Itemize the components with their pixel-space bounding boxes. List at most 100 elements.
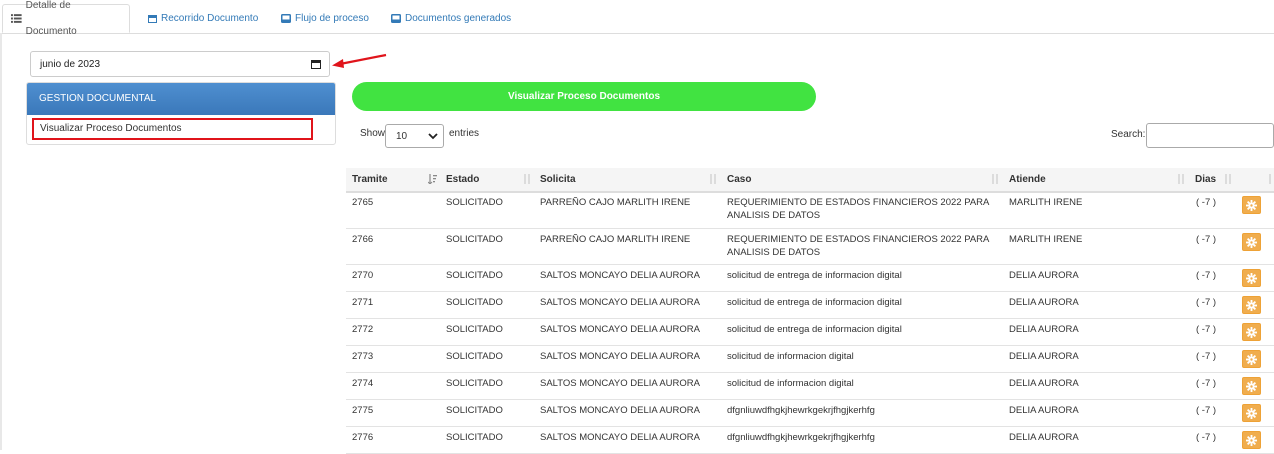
cell-tramite: 2766: [352, 234, 374, 245]
cell-estado: SOLICITADO: [446, 378, 503, 389]
month-value: junio de 2023: [40, 59, 101, 70]
cell-dias: ( -7 ): [1196, 324, 1217, 335]
chevron-down-icon: [428, 133, 438, 140]
page-size-value: 10: [396, 131, 408, 142]
gear-icon[interactable]: [1242, 404, 1261, 422]
cell-dias: ( -7 ): [1196, 270, 1217, 281]
cell-dias: ( -7 ): [1196, 378, 1217, 389]
tab-documentos-generados[interactable]: Documentos generados: [391, 4, 511, 33]
column-header-dias[interactable]: Dias: [1195, 174, 1216, 185]
cell-atiende: DELIA AURORA: [1009, 405, 1079, 416]
table-row: 2765 SOLICITADO PARREÑO CAJO MARLITH IRENE…: [346, 191, 1274, 229]
search-label: Search:: [1111, 129, 1146, 140]
cell-solicita: SALTOS MONCAYO DELIA AURORA: [540, 270, 700, 281]
cell-tramite: 2774: [352, 378, 374, 389]
drive-icon: [281, 14, 291, 23]
cell-atiende: DELIA AURORA: [1009, 432, 1079, 443]
cell-tramite: 2773: [352, 351, 374, 362]
cell-estado: SOLICITADO: [446, 405, 503, 416]
table-header: Tramite Estado Solicita Caso Atiende Dia…: [346, 168, 1274, 193]
cell-estado: SOLICITADO: [446, 432, 503, 443]
table-row: 2772 SOLICITADO SALTOS MONCAYO DELIA AUROR…: [346, 318, 1274, 346]
cell-dias: ( -7 ): [1196, 297, 1217, 308]
search-input[interactable]: [1146, 123, 1274, 148]
entries-label: entries: [449, 128, 480, 139]
cell-atiende: MARLITH IRENE: [1009, 197, 1083, 208]
gear-icon[interactable]: [1242, 323, 1261, 341]
tab-detalle-documento[interactable]: Detalle de Documento: [2, 0, 130, 37]
cell-solicita: SALTOS MONCAYO DELIA AURORA: [540, 324, 700, 335]
cell-dias: ( -7 ): [1196, 432, 1217, 443]
tab-label: Detalle de Documento: [25, 0, 77, 37]
tab-label: Recorrido Documento: [161, 12, 259, 24]
cell-caso: solicitud de informacion digital: [727, 378, 854, 389]
tab-label: Flujo de proceso: [295, 12, 369, 24]
column-header-atiende[interactable]: Atiende: [1009, 174, 1046, 185]
tab-flujo-de-proceso[interactable]: Flujo de proceso: [281, 4, 369, 33]
cell-solicita: SALTOS MONCAYO DELIA AURORA: [540, 378, 700, 389]
cell-solicita: SALTOS MONCAYO DELIA AURORA: [540, 405, 700, 416]
cell-dias: ( -7 ): [1196, 197, 1217, 208]
table-row: 2774 SOLICITADO SALTOS MONCAYO DELIA AUROR…: [346, 372, 1274, 400]
tab-recorrido-documento[interactable]: Recorrido Documento: [148, 4, 258, 33]
gear-icon[interactable]: [1242, 350, 1261, 368]
list-icon: [11, 14, 22, 23]
calendar-icon: [148, 15, 157, 23]
column-header-caso[interactable]: Caso: [727, 174, 751, 185]
cell-tramite: 2775: [352, 405, 374, 416]
gear-icon[interactable]: [1242, 269, 1261, 287]
visualize-process-button[interactable]: Visualizar Proceso Documentos: [352, 82, 816, 111]
sort-icon[interactable]: [709, 174, 717, 184]
sort-asc-icon[interactable]: [428, 174, 437, 184]
month-input[interactable]: junio de 2023: [30, 51, 330, 77]
table-row: 2775 SOLICITADO SALTOS MONCAYO DELIA AUROR…: [346, 399, 1274, 427]
cell-estado: SOLICITADO: [446, 270, 503, 281]
gear-icon[interactable]: [1242, 196, 1261, 214]
cell-tramite: 2772: [352, 324, 374, 335]
show-label: Show: [360, 128, 386, 139]
gear-icon[interactable]: [1242, 377, 1261, 395]
cell-solicita: SALTOS MONCAYO DELIA AURORA: [540, 297, 700, 308]
table-row: 2773 SOLICITADO SALTOS MONCAYO DELIA AUROR…: [346, 345, 1274, 373]
page-size-select[interactable]: 10: [385, 124, 444, 148]
sort-icon[interactable]: [1224, 174, 1232, 184]
cell-caso: solicitud de entrega de informacion digi…: [727, 270, 902, 281]
cell-estado: SOLICITADO: [446, 351, 503, 362]
column-header-tramite[interactable]: Tramite: [352, 174, 388, 185]
cell-dias: ( -7 ): [1196, 351, 1217, 362]
annotation-arrow: [332, 53, 387, 68]
menu-header: GESTION DOCUMENTAL: [27, 83, 335, 115]
gear-icon[interactable]: [1242, 431, 1261, 449]
column-header-estado[interactable]: Estado: [446, 174, 479, 185]
cell-caso: REQUERIMIENTO DE ESTADOS FINANCIEROS 202…: [727, 234, 990, 245]
gear-icon[interactable]: [1242, 233, 1261, 251]
cell-atiende: DELIA AURORA: [1009, 270, 1079, 281]
cell-solicita: PARREÑO CAJO MARLITH IRENE: [540, 197, 691, 208]
gear-icon[interactable]: [1242, 296, 1261, 314]
cell-solicita: SALTOS MONCAYO DELIA AURORA: [540, 351, 700, 362]
calendar-icon[interactable]: [311, 59, 321, 69]
sort-icon[interactable]: [991, 174, 999, 184]
cell-caso: solicitud de entrega de informacion digi…: [727, 297, 902, 308]
cell-caso: dfgnliuwdfhgkjhewrkgekrjfhgjkerhfg: [727, 432, 875, 443]
sort-icon[interactable]: [523, 174, 531, 184]
sort-icon[interactable]: [1268, 174, 1274, 184]
cell-estado: SOLICITADO: [446, 234, 503, 245]
cell-caso: ANALISIS DE DATOS: [727, 210, 821, 221]
cell-atiende: DELIA AURORA: [1009, 324, 1079, 335]
gestion-documental-menu: GESTION DOCUMENTAL Visualizar Proceso Do…: [26, 82, 336, 145]
cell-caso: dfgnliuwdfhgkjhewrkgekrjfhgjkerhfg: [727, 405, 875, 416]
cell-tramite: 2771: [352, 297, 374, 308]
menu-item-visualizar[interactable]: Visualizar Proceso Documentos: [32, 118, 313, 140]
column-header-solicita[interactable]: Solicita: [540, 174, 576, 185]
sort-icon[interactable]: [1177, 174, 1185, 184]
cell-atiende: DELIA AURORA: [1009, 297, 1079, 308]
table-row: 2771 SOLICITADO SALTOS MONCAYO DELIA AUROR…: [346, 291, 1274, 319]
cell-caso: solicitud de entrega de informacion digi…: [727, 324, 902, 335]
table-row: 2766 SOLICITADO PARREÑO CAJO MARLITH IRENE…: [346, 228, 1274, 265]
cell-estado: SOLICITADO: [446, 197, 503, 208]
cell-caso: ANALISIS DE DATOS: [727, 247, 821, 258]
drive-icon: [391, 14, 401, 23]
cell-solicita: PARREÑO CAJO MARLITH IRENE: [540, 234, 691, 245]
cell-atiende: DELIA AURORA: [1009, 351, 1079, 362]
